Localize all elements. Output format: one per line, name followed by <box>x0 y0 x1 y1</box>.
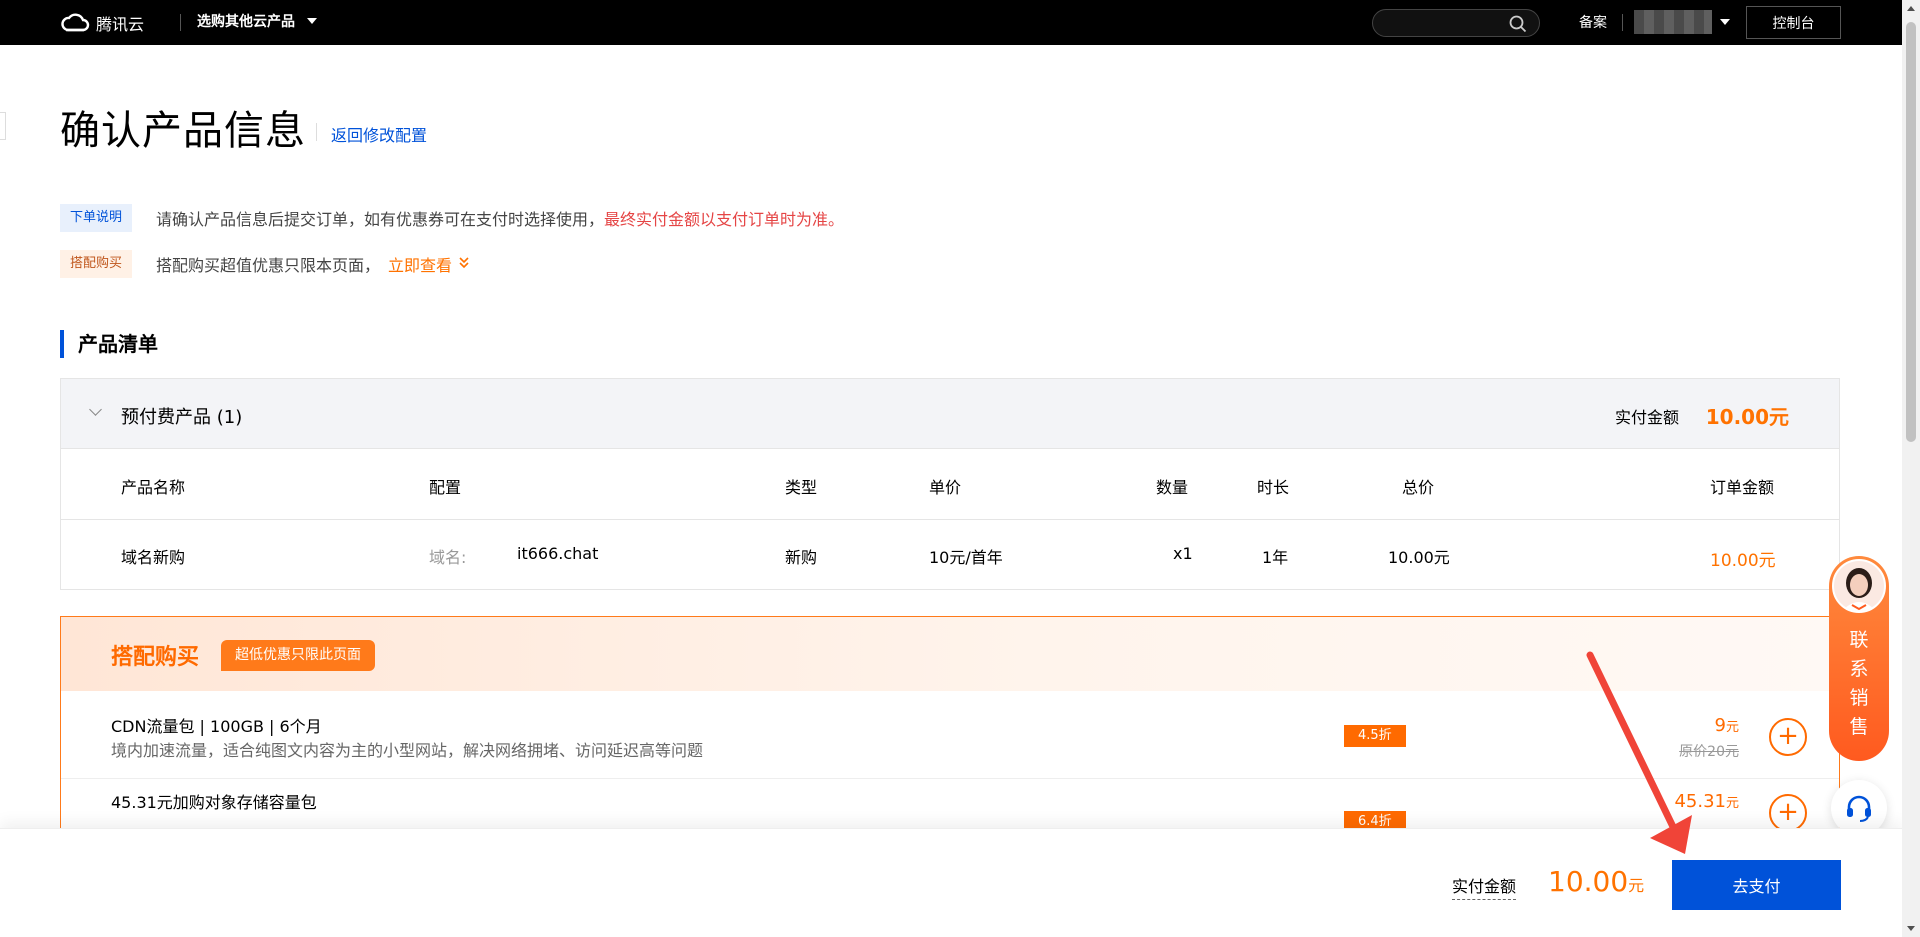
column-header: 配置 <box>429 478 462 497</box>
bundle-item-price: 9元 <box>1715 715 1739 736</box>
scroll-up-arrow-icon[interactable] <box>1907 6 1915 11</box>
checkout-amount: 10.00元 <box>1548 865 1644 898</box>
page-scrollbar[interactable] <box>1902 0 1920 937</box>
bundle-item-cdn: CDN流量包 | 100GB | 6个月 境内加速流量，适合纯图文内容为主的小型… <box>61 691 1839 779</box>
checkout-bar: 实付金额 10.00元 去支付 <box>0 828 1902 937</box>
price-value: 45.31 <box>1674 791 1726 812</box>
order-notice-tag: 下单说明 <box>60 204 133 232</box>
chevron-down-icon[interactable] <box>89 403 102 416</box>
table-header-row: 产品名称 配置 类型 单价 数量 时长 总价 订单金额 <box>61 450 1839 520</box>
product-type: 新购 <box>785 548 818 567</box>
scrollbar-thumb[interactable] <box>1906 22 1916 442</box>
bundle-notice-text: 搭配购买超值优惠只限本页面， <box>156 256 381 275</box>
contact-sales-label: 联系销售 <box>1849 629 1869 738</box>
original-price: 原价20元 <box>1679 744 1739 760</box>
group-pay-value: 10.00元 <box>1705 405 1789 429</box>
column-header: 订单金额 <box>1710 478 1775 497</box>
title-divider <box>316 123 317 141</box>
chevron-down-icon[interactable] <box>1720 19 1730 25</box>
price-unit: 元 <box>1725 720 1739 735</box>
duration: 1年 <box>1262 548 1289 567</box>
product-name: 域名新购 <box>121 548 186 567</box>
total-price: 10.00元 <box>1388 548 1450 567</box>
order-notice: 下单说明 请确认产品信息后提交订单，如有优惠券可在支付时选择使用， 最终实付金额… <box>60 204 844 232</box>
config-value: it666.chat <box>517 544 599 563</box>
contact-sales-widget[interactable]: 联系销售 <box>1829 556 1889 761</box>
nav-divider <box>180 14 181 31</box>
bundle-title: 搭配购买 <box>111 645 200 670</box>
column-header: 数量 <box>1156 478 1189 497</box>
order-notice-text: 请确认产品信息后提交订单，如有优惠券可在支付时选择使用， <box>156 210 605 229</box>
unit-price: 10元/首年 <box>929 548 1003 567</box>
search-input[interactable] <box>1372 9 1540 37</box>
side-tab[interactable] <box>0 112 6 140</box>
column-header: 产品名称 <box>121 478 186 497</box>
back-to-config-link[interactable]: 返回修改配置 <box>331 122 427 146</box>
view-now-link[interactable]: 立即查看 <box>388 252 452 276</box>
headset-icon <box>1847 795 1871 822</box>
nav-divider <box>1622 14 1623 31</box>
bundle-notice-tag: 搭配购买 <box>60 250 133 278</box>
sales-avatar <box>1832 559 1886 613</box>
add-bundle-button[interactable]: + <box>1769 794 1807 832</box>
beian-link[interactable]: 备案 <box>1579 12 1607 32</box>
console-button[interactable]: 控制台 <box>1746 6 1841 39</box>
search-icon[interactable] <box>1509 15 1527 33</box>
column-header: 单价 <box>929 478 962 497</box>
tencent-cloud-logo[interactable]: 腾讯云 <box>60 11 144 35</box>
bundle-notice: 搭配购买 搭配购买超值优惠只限本页面， 立即查看 <box>60 250 470 278</box>
go-pay-button[interactable]: 去支付 <box>1672 860 1841 910</box>
products-menu-label: 选购其他云产品 <box>197 14 295 30</box>
table-row: 域名新购 域名: it666.chat 新购 10元/首年 x1 1年 10.0… <box>61 520 1839 590</box>
cloud-logo-icon <box>61 13 90 32</box>
product-list-title: 产品清单 <box>60 330 158 358</box>
top-nav-bar: 腾讯云 选购其他云产品 备案 控制台 <box>0 0 1902 45</box>
checkout-amount-unit: 元 <box>1628 876 1645 895</box>
user-account-blurred[interactable] <box>1634 10 1712 34</box>
column-header: 类型 <box>785 478 818 497</box>
chevron-down-icon <box>307 18 317 24</box>
bundle-item-desc: 境内加速流量，适合纯图文内容为主的小型网站，解决网络拥堵、访问延迟高等问题 <box>111 741 704 760</box>
column-header: 总价 <box>1402 478 1435 497</box>
brand-name: 腾讯云 <box>96 15 145 34</box>
scroll-down-arrow-icon[interactable] <box>1907 926 1915 931</box>
price-unit: 元 <box>1725 796 1739 811</box>
quantity: x1 <box>1173 544 1193 563</box>
discount-badge: 4.5折 <box>1344 725 1406 747</box>
bundle-item-name: CDN流量包 | 100GB | 6个月 <box>111 717 322 736</box>
order-notice-highlight: 最终实付金额以支付订单时为准。 <box>604 210 845 229</box>
double-chevron-down-icon[interactable] <box>458 256 470 273</box>
product-table: 预付费产品 (1) 实付金额 10.00元 产品名称 配置 类型 单价 数量 时… <box>60 378 1840 590</box>
products-menu[interactable]: 选购其他云产品 <box>197 11 317 31</box>
product-group-header[interactable]: 预付费产品 (1) 实付金额 10.00元 <box>61 379 1839 449</box>
group-pay-label: 实付金额 <box>1614 408 1679 427</box>
column-header: 时长 <box>1257 478 1290 497</box>
add-bundle-button[interactable]: + <box>1769 718 1807 756</box>
page-title: 确认产品信息 <box>60 108 306 154</box>
checkout-amount-value: 10.00 <box>1548 865 1629 898</box>
bundle-header: 搭配购买 超低优惠只限此页面 <box>61 617 1839 691</box>
bundle-item-name: 45.31元加购对象存储容量包 <box>111 793 317 812</box>
config-key: 域名: <box>429 548 467 567</box>
checkout-amount-label[interactable]: 实付金额 <box>1452 873 1517 900</box>
bundle-item-price: 45.31元 <box>1674 791 1739 812</box>
product-group-label: 预付费产品 (1) <box>121 407 243 428</box>
order-amount: 10.00元 <box>1710 551 1776 571</box>
price-value: 9 <box>1714 715 1726 736</box>
bundle-offers: 搭配购买 超低优惠只限此页面 CDN流量包 | 100GB | 6个月 境内加速… <box>60 616 1840 836</box>
bundle-badge: 超低优惠只限此页面 <box>221 640 375 671</box>
